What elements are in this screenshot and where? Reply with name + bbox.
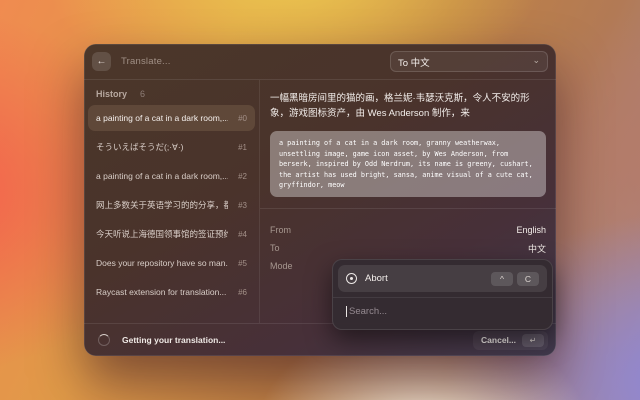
history-item-1[interactable]: そういえばそうだ(;·∀·) #1 xyxy=(88,134,255,160)
source-text-box: a painting of a cat in a dark room, gran… xyxy=(270,131,546,197)
history-item-label: a painting of a cat in a dark room,... xyxy=(96,171,228,181)
status-text: Getting your translation... xyxy=(122,335,225,345)
back-arrow-icon: ← xyxy=(97,56,107,67)
history-item-index: #5 xyxy=(238,259,247,268)
chevron-down-icon: ⌄ xyxy=(532,56,540,65)
history-item-3[interactable]: 网上多数关于英语学习的的分享，都... #3 xyxy=(88,192,255,218)
window-header: ← Translate... To 中文 ⌄ xyxy=(84,44,556,80)
history-item-5[interactable]: Does your repository have so man... #5 xyxy=(88,250,255,276)
abort-shortcut-keys: ^ C xyxy=(491,272,539,286)
history-item-2[interactable]: a painting of a cat in a dark room,... #… xyxy=(88,163,255,189)
control-key: ^ xyxy=(491,272,513,286)
abort-action-label: Abort xyxy=(365,273,388,284)
history-item-label: Does your repository have so man... xyxy=(96,258,228,268)
actions-popup: Abort ^ C Search... xyxy=(332,259,553,330)
search-placeholder: Search... xyxy=(349,306,387,317)
history-item-index: #2 xyxy=(238,172,247,181)
back-button[interactable]: ← xyxy=(92,52,111,71)
history-item-index: #1 xyxy=(238,143,247,152)
history-item-4[interactable]: 今天听说上海德国领事馆的签证预约... #4 xyxy=(88,221,255,247)
target-language-label: To 中文 xyxy=(398,55,430,69)
history-header: History 6 xyxy=(84,80,259,105)
history-item-index: #4 xyxy=(238,230,247,239)
history-item-index: #3 xyxy=(238,201,247,210)
to-value: 中文 xyxy=(528,242,546,255)
cancel-button[interactable]: Cancel... ↵ xyxy=(473,331,548,350)
popup-search-input[interactable]: Search... xyxy=(338,298,547,324)
history-title: History xyxy=(96,89,127,99)
history-item-index: #0 xyxy=(238,114,247,123)
mode-label: Mode xyxy=(270,261,293,271)
meta-row-from: From English xyxy=(270,221,546,239)
from-label: From xyxy=(270,225,291,235)
abort-action-row[interactable]: Abort ^ C xyxy=(338,265,547,292)
history-list: a painting of a cat in a dark room,... #… xyxy=(84,105,259,305)
return-key-icon: ↵ xyxy=(522,334,544,347)
history-item-6[interactable]: Raycast extension for translation... #6 xyxy=(88,279,255,305)
history-item-0[interactable]: a painting of a cat in a dark room,... #… xyxy=(88,105,255,131)
history-item-index: #6 xyxy=(238,288,247,297)
history-count: 6 xyxy=(140,89,145,99)
target-language-dropdown[interactable]: To 中文 ⌄ xyxy=(390,51,548,72)
history-item-label: Raycast extension for translation... xyxy=(96,287,226,297)
to-label: To xyxy=(270,243,280,253)
c-key: C xyxy=(517,272,539,286)
text-caret xyxy=(346,306,347,317)
abort-circle-dot-icon xyxy=(346,273,357,284)
meta-row-to: To 中文 xyxy=(270,239,546,257)
desktop-background: { "icons": { "back": "←", "chevron_down"… xyxy=(0,0,640,400)
from-value: English xyxy=(516,225,546,235)
translation-result-text: 一幅黑暗房间里的猫的画，格兰妮·韦瑟沃克斯，令人不安的形象，游戏图标资产，由 W… xyxy=(260,80,556,121)
loading-spinner-icon xyxy=(98,334,110,346)
history-item-label: 今天听说上海德国领事馆的签证预约... xyxy=(96,228,228,240)
history-panel: History 6 a painting of a cat in a dark … xyxy=(84,80,260,323)
history-item-label: そういえばそうだ(;·∀·) xyxy=(96,141,184,153)
cancel-button-label: Cancel... xyxy=(481,335,516,345)
history-item-label: 网上多数关于英语学习的的分享，都... xyxy=(96,199,228,211)
translate-window: ← Translate... To 中文 ⌄ History 6 a paint… xyxy=(84,44,556,356)
history-item-label: a painting of a cat in a dark room,... xyxy=(96,113,228,123)
command-title-placeholder: Translate... xyxy=(121,56,171,67)
